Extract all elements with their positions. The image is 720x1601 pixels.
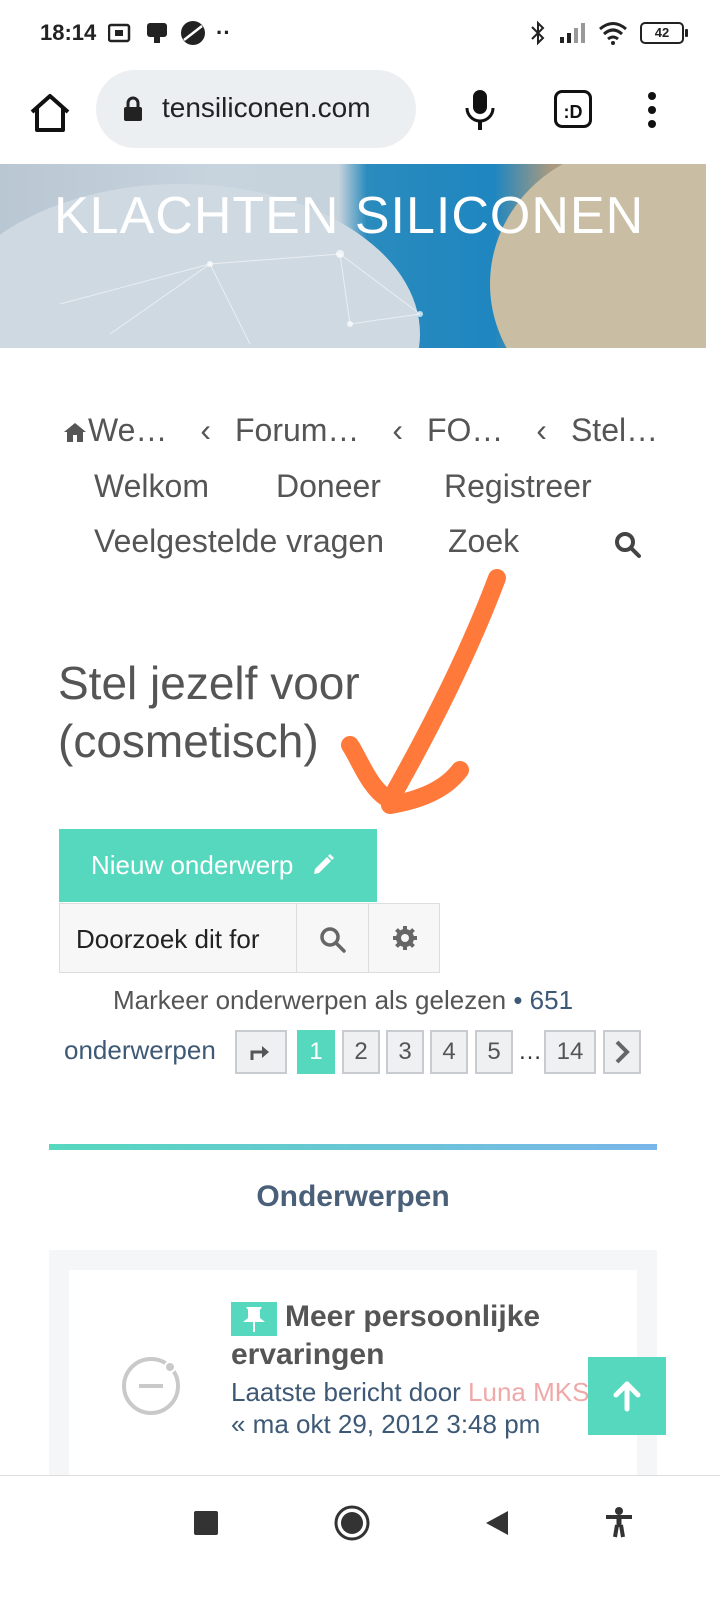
new-topic-label: Nieuw onderwerp — [91, 850, 294, 880]
page-button-5[interactable]: 5 — [475, 1030, 513, 1074]
breadcrumb-item[interactable]: Forum… — [235, 412, 359, 448]
battery-icon: 42 — [640, 22, 688, 44]
jump-to-page-button[interactable] — [235, 1030, 287, 1074]
topic-meta: Laatste bericht door Luna MKS « ma okt 2… — [231, 1376, 591, 1440]
topics-heading: Onderwerpen — [256, 1180, 450, 1213]
list-item[interactable]: Meer persoonlijke ervaringen Laatste ber… — [69, 1270, 637, 1476]
home-crumb-icon[interactable] — [62, 421, 88, 443]
author-link[interactable]: Luna MKS — [468, 1377, 589, 1407]
last-post-date: « ma okt 29, 2012 3:48 pm — [231, 1409, 541, 1439]
topic-stats-line: Markeer onderwerpen als gelezen • 651 — [113, 985, 573, 1016]
topic-count: • 651 — [513, 985, 574, 1015]
tab-switcher-button[interactable]: :D — [554, 90, 592, 128]
breadcrumb-separator: ‹ — [200, 412, 211, 448]
forum-search-input[interactable]: Doorzoek dit for — [76, 924, 260, 955]
topic-count-label: onderwerpen — [64, 1035, 216, 1065]
chevron-right-icon — [615, 1040, 630, 1064]
recent-apps-icon[interactable] — [193, 1510, 219, 1536]
overflow-menu-icon[interactable] — [640, 86, 664, 134]
back-button-icon[interactable] — [484, 1509, 510, 1537]
home-button-icon[interactable] — [333, 1504, 371, 1542]
page-title: Stel jezelf voor (cosmetisch) — [58, 657, 360, 767]
app-icon — [181, 21, 205, 45]
advanced-search-button[interactable] — [368, 904, 441, 972]
address-bar[interactable]: tensiliconen.com — [96, 70, 416, 148]
status-left-icons: ·· — [108, 18, 231, 48]
section-divider — [49, 1144, 657, 1150]
nav-zoek[interactable]: Zoek — [448, 523, 519, 560]
breadcrumb: We… ‹ Forum… ‹ FO… ‹ Stel… — [62, 412, 682, 449]
signal-icon — [560, 23, 585, 43]
breadcrumb-item[interactable]: Stel… — [571, 412, 658, 448]
site-title: KLACHTEN SILICONEN — [54, 187, 645, 245]
nav-doneer[interactable]: Doneer — [276, 468, 381, 505]
nav-faq[interactable]: Veelgestelde vragen — [94, 523, 384, 560]
gear-icon — [393, 926, 417, 950]
search-icon[interactable] — [614, 531, 642, 559]
wifi-icon — [599, 22, 627, 45]
site-banner[interactable]: KLACHTEN SILICONEN — [0, 164, 706, 348]
more-dots-icon: ·· — [216, 20, 231, 45]
nav-registreer[interactable]: Registreer — [444, 468, 592, 505]
breadcrumb-separator: ‹ — [392, 412, 403, 448]
breadcrumb-item[interactable]: We… — [88, 412, 167, 448]
arrow-up-icon — [613, 1381, 641, 1412]
clock: 18:14 — [40, 20, 97, 45]
back-to-top-button[interactable] — [588, 1357, 666, 1435]
bluetooth-icon — [531, 20, 545, 46]
status-bar: 18:14 ·· 42 — [0, 0, 720, 70]
pencil-icon — [313, 854, 334, 874]
status-right-icons: 42 — [530, 18, 688, 48]
jump-arrow-icon — [250, 1046, 269, 1060]
forum-search-button[interactable] — [296, 904, 369, 972]
last-post-prefix: Laatste bericht door — [231, 1377, 461, 1407]
mark-topics-read-link[interactable]: Markeer onderwerpen als gelezen — [113, 985, 506, 1015]
accessibility-icon[interactable] — [604, 1507, 634, 1539]
pagination-ellipsis: … — [518, 1038, 542, 1065]
nav-welkom[interactable]: Welkom — [94, 468, 209, 505]
lock-icon — [124, 96, 142, 121]
notification-icon — [147, 23, 167, 43]
system-navigation-bar — [0, 1475, 720, 1601]
page-button-last[interactable]: 14 — [544, 1030, 596, 1074]
topic-read-icon — [122, 1357, 180, 1415]
breadcrumb-item[interactable]: FO… — [427, 412, 503, 448]
topic-list: Meer persoonlijke ervaringen Laatste ber… — [49, 1250, 657, 1476]
forum-search: Doorzoek dit for — [59, 903, 440, 973]
breadcrumb-separator: ‹ — [536, 412, 547, 448]
browser-toolbar: tensiliconen.com :D — [0, 70, 720, 164]
page-button-1[interactable]: 1 — [297, 1030, 335, 1074]
topic-title-link[interactable]: Meer persoonlijke ervaringen — [231, 1298, 561, 1374]
url-text: tensiliconen.com — [162, 92, 371, 123]
new-topic-button[interactable]: Nieuw onderwerp — [59, 829, 377, 902]
microphone-icon[interactable] — [460, 86, 500, 134]
vpn-icon — [108, 23, 131, 43]
home-icon[interactable] — [24, 88, 76, 140]
page-button-4[interactable]: 4 — [430, 1030, 468, 1074]
page-button-3[interactable]: 3 — [386, 1030, 424, 1074]
page-button-2[interactable]: 2 — [342, 1030, 380, 1074]
search-icon — [320, 927, 346, 953]
next-page-button[interactable] — [603, 1030, 641, 1074]
